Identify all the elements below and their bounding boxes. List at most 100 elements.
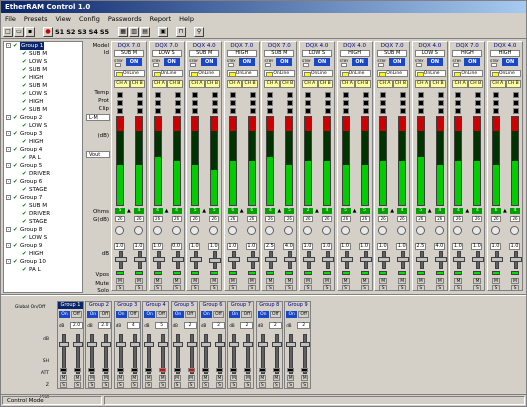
group-fader-handle[interactable]: [129, 342, 140, 347]
lock-icon[interactable]: ⊓: [176, 26, 187, 37]
mute-button[interactable]: M: [285, 278, 294, 284]
volume-fader-handle[interactable]: [397, 257, 410, 262]
gain-knob[interactable]: [303, 226, 312, 235]
tree-item[interactable]: ✔ STAGE: [4, 186, 82, 194]
group-mute-button[interactable]: M: [116, 375, 124, 381]
group-fader-handle[interactable]: [271, 342, 282, 347]
group-mute-button[interactable]: M: [88, 375, 96, 381]
menu-item-file[interactable]: File: [5, 15, 16, 23]
gain-knob[interactable]: [491, 226, 500, 235]
tree-item[interactable]: ✔ DRIVER: [4, 170, 82, 178]
group-solo-button[interactable]: S: [301, 382, 309, 388]
strip-id[interactable]: SUB M: [114, 50, 144, 57]
group-db-value[interactable]: 2: [240, 322, 254, 329]
group-fader-handle[interactable]: [59, 342, 69, 347]
volume-fader-handle[interactable]: [190, 257, 203, 263]
gain-knob[interactable]: [265, 226, 275, 235]
menu-item-passwords[interactable]: Passwords: [108, 15, 142, 23]
link-arrow-icon[interactable]: ▲: [127, 208, 131, 214]
solo-button[interactable]: S: [266, 285, 275, 291]
tree-group[interactable]: - ✔ Group 4: [4, 146, 82, 154]
mute-button[interactable]: M: [153, 278, 162, 284]
volume-fader-handle[interactable]: [510, 257, 522, 262]
group-solo-button[interactable]: S: [159, 382, 167, 388]
gain-knob[interactable]: [190, 226, 200, 235]
menu-item-presets[interactable]: Presets: [24, 15, 48, 23]
group-solo-button[interactable]: S: [74, 382, 81, 388]
solo-button[interactable]: S: [454, 285, 463, 291]
group-solo-button[interactable]: S: [230, 382, 238, 388]
solo-button[interactable]: S: [435, 285, 444, 291]
tree-item[interactable]: ✔ HIGH: [4, 250, 82, 258]
strip-id[interactable]: HIGH: [226, 50, 257, 57]
standby-led[interactable]: [303, 63, 309, 67]
volume-fader-handle[interactable]: [378, 257, 391, 262]
group-off-button[interactable]: Off: [298, 311, 310, 318]
power-on-button[interactable]: ON: [426, 58, 443, 66]
group-db-value[interactable]: 2.0: [98, 322, 112, 329]
group-off-button[interactable]: Off: [213, 311, 224, 318]
strip-id[interactable]: SUB M: [264, 50, 295, 57]
group-tab[interactable]: Group 5: [171, 302, 197, 309]
channel-button[interactable]: CH A: [339, 80, 356, 88]
link-arrow-icon[interactable]: ▲: [353, 208, 357, 214]
group-fader-handle[interactable]: [158, 342, 169, 347]
gain-knob[interactable]: [472, 226, 482, 235]
group-on-button[interactable]: On: [59, 311, 70, 318]
mute-button[interactable]: M: [379, 278, 388, 284]
group-mute-button[interactable]: M: [216, 375, 223, 381]
solo-button[interactable]: S: [492, 285, 500, 291]
power-on-button[interactable]: ON: [126, 58, 142, 66]
tree-group[interactable]: - ✔ Group 10: [4, 258, 82, 266]
channel-button[interactable]: CH B: [204, 80, 221, 88]
group-tab[interactable]: Group 1: [58, 302, 83, 309]
solo-button[interactable]: S: [247, 285, 256, 291]
mute-button[interactable]: M: [323, 278, 331, 284]
monitor-icon[interactable]: ▣: [158, 26, 169, 37]
tree-group[interactable]: - ✔ Group 7: [4, 194, 82, 202]
group-db-value[interactable]: 2: [268, 322, 282, 329]
group-tab[interactable]: Group 8: [256, 302, 282, 309]
volume-fader-handle[interactable]: [303, 257, 315, 262]
tree-group[interactable]: - ✔ Group 8: [4, 226, 82, 234]
channel-button[interactable]: CH A: [377, 80, 393, 88]
standby-led[interactable]: [378, 63, 385, 67]
group-fader-handle[interactable]: [115, 342, 126, 347]
mute-button[interactable]: M: [247, 278, 256, 284]
group-solo-button[interactable]: S: [202, 382, 209, 388]
group-db-value[interactable]: 2: [297, 322, 311, 329]
expand-toggle-icon[interactable]: -: [6, 43, 11, 48]
group-mute-button[interactable]: M: [287, 375, 295, 381]
tree-group[interactable]: - ✔ Group 5: [4, 162, 82, 170]
tree-item[interactable]: ✔ SUB M: [4, 66, 82, 74]
group-tab[interactable]: Group 3: [114, 302, 140, 309]
tree-item[interactable]: ✔ HIGH: [4, 98, 82, 106]
power-on-button[interactable]: ON: [502, 58, 518, 66]
solo-button[interactable]: S: [473, 285, 482, 291]
channel-button[interactable]: CH B: [242, 80, 258, 88]
menu-item-report[interactable]: Report: [150, 15, 172, 23]
link-arrow-icon[interactable]: ▲: [202, 208, 206, 214]
volume-fader-handle[interactable]: [284, 257, 297, 263]
group-tree[interactable]: - ✔ Group 1 ✔ SUB M ✔ LOW S ✔ SUB M ✔ HIGH ✔ SUB M ✔ L…: [3, 41, 83, 293]
mute-button[interactable]: M: [210, 278, 219, 284]
standby-led[interactable]: [115, 63, 121, 67]
gain-knob[interactable]: [322, 226, 331, 235]
gain-knob[interactable]: [227, 226, 237, 235]
solo-button[interactable]: S: [116, 285, 124, 291]
tree-group[interactable]: - ✔ Group 1: [4, 42, 82, 50]
group-tab[interactable]: Group 4: [143, 302, 169, 309]
scene-button-s4[interactable]: S4: [88, 28, 99, 36]
mute-button[interactable]: M: [416, 278, 425, 284]
group-solo-button[interactable]: S: [272, 382, 280, 388]
channel-button[interactable]: CH A: [114, 80, 130, 88]
tree-item[interactable]: ✔ SUB M: [4, 106, 82, 114]
group-solo-button[interactable]: S: [145, 382, 153, 388]
mute-button[interactable]: M: [191, 278, 200, 284]
group-off-button[interactable]: Off: [241, 311, 253, 318]
channel-button[interactable]: CH A: [189, 80, 205, 88]
volume-fader-handle[interactable]: [415, 256, 428, 262]
group-db-value[interactable]: 4: [126, 322, 140, 329]
gain-knob[interactable]: [246, 226, 256, 235]
standby-led[interactable]: [340, 63, 347, 67]
